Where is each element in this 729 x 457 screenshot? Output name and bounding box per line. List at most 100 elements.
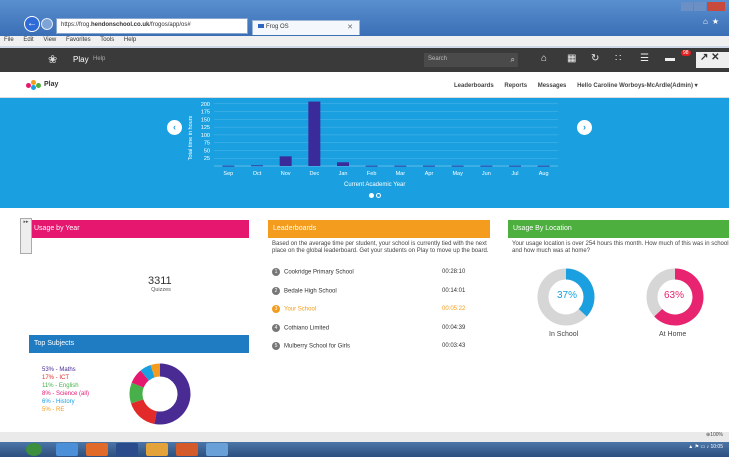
leaderboard-row[interactable]: 5 Mulberry School for Girls 00:03:43 (272, 342, 482, 354)
app-name: Play (73, 55, 89, 64)
chart-bar-jul[interactable] (509, 165, 521, 167)
average-time: 00:28:10 (442, 269, 466, 275)
leaderboard-row[interactable]: 2 Bedale High School 00:14:01 (272, 286, 482, 299)
chart-prev-button[interactable]: ‹ (167, 120, 182, 135)
search-input[interactable]: Search ⌕ (424, 53, 518, 67)
address-bar[interactable]: https://frog.hendonschool.co.uk/frogos/a… (56, 18, 248, 34)
in-school-caption: In School (549, 331, 579, 338)
chart-ytick-label: 25 (204, 156, 210, 162)
leaderboard-row[interactable]: 3 Your School 00:05:22 (272, 305, 482, 317)
subject-slice[interactable] (130, 398, 158, 424)
chart-bar-apr[interactable] (423, 165, 435, 167)
menu-file[interactable]: File (4, 37, 14, 43)
rank-badge: 4 (272, 323, 280, 332)
menu-help[interactable]: Help (124, 37, 136, 43)
menu-favorites[interactable]: Favorites (66, 37, 91, 43)
chart-bar-jun[interactable] (480, 165, 493, 167)
browser-tab[interactable]: Frog OS ✕ (252, 20, 360, 35)
rank-badge: 1 (272, 268, 280, 276)
chart-bar-aug[interactable] (537, 165, 550, 167)
location-intro: Your usage location is over 254 hours th… (512, 241, 729, 254)
nav-messages[interactable]: Messages (538, 83, 567, 89)
chart-bar-may[interactable] (451, 165, 464, 167)
home-icon[interactable]: ⌂ (541, 53, 547, 64)
home-favorites-icons[interactable]: ⌂★ (703, 17, 723, 26)
maximize-button[interactable] (694, 2, 706, 11)
chart-next-button[interactable]: › (577, 120, 592, 135)
at-home-percent: 63% (664, 290, 685, 301)
subject-legend-item: 8% - Science (all) (42, 391, 90, 397)
subject-slice[interactable] (131, 370, 150, 388)
chart-bar-nov[interactable] (279, 156, 292, 166)
play-nav-links: Leaderboards Reports Messages Hello Caro… (454, 82, 707, 89)
list-icon[interactable]: ☰ (640, 53, 649, 64)
chart-bar-dec[interactable] (308, 101, 321, 166)
nav-leaderboards[interactable]: Leaderboards (454, 83, 494, 89)
chart-bar-jan[interactable] (337, 162, 349, 166)
usage-by-year-header: Usage by Year (29, 220, 249, 238)
start-button[interactable] (26, 443, 42, 456)
chart-bar-mar[interactable] (394, 165, 407, 167)
play-navigation: Play Leaderboards Reports Messages Hello… (0, 72, 729, 98)
frog-logo-icon[interactable]: ❀ (48, 53, 57, 66)
chart-ytick-label: 50 (204, 148, 210, 154)
chart-pager (368, 191, 382, 200)
chart-xtick-label: May (452, 171, 463, 177)
side-panel-handle[interactable]: ▸▸ (20, 218, 32, 254)
messages-icon[interactable]: ▬ (665, 53, 675, 64)
search-icon[interactable]: ⌕ (511, 55, 515, 65)
sims-taskbar-icon[interactable] (116, 443, 138, 456)
pager-dot-active[interactable] (369, 193, 374, 198)
chart-xtick-label: Sep (223, 171, 233, 177)
tab-close-icon[interactable]: ✕ (347, 23, 353, 31)
leaderboard-row[interactable]: 4 Cothiano Limited 00:04:39 (272, 323, 482, 336)
chart-xtick-label: Aug (539, 171, 549, 177)
url-domain: hendonschool.co.uk (91, 22, 150, 28)
search-placeholder: Search (428, 56, 448, 62)
chart-ytick-label: 175 (201, 110, 210, 116)
school-name: Your School (284, 306, 317, 313)
files-icon[interactable]: ▦ (567, 53, 576, 64)
subject-slice[interactable] (140, 364, 155, 381)
subject-slice[interactable] (150, 363, 161, 378)
ie-taskbar-icon[interactable] (56, 443, 78, 456)
menu-edit[interactable]: Edit (23, 37, 33, 43)
zoom-level[interactable]: 100% (710, 432, 723, 438)
help-link[interactable]: Help (93, 56, 105, 62)
subject-slice[interactable] (154, 363, 191, 425)
refresh-icon[interactable]: ↻ (591, 53, 599, 64)
menu-view[interactable]: View (43, 37, 56, 43)
browser-titlebar: ← https://frog.hendonschool.co.uk/frogos… (0, 0, 729, 36)
media-taskbar-icon[interactable] (86, 443, 108, 456)
menu-tools[interactable]: Tools (100, 37, 114, 43)
subject-legend-item: 6% - History (42, 399, 75, 405)
tab-title: Frog OS (266, 24, 289, 30)
average-time: 00:04:39 (442, 324, 466, 331)
apps-icon[interactable]: ∷ (615, 53, 621, 64)
ie-active-taskbar-icon[interactable] (206, 443, 228, 456)
usage-by-location-header: Usage By Location (508, 220, 729, 238)
top-subjects-legend: 53% - Maths 17% - ICT 11% - English 8% - Sc… (42, 366, 89, 414)
outlook-taskbar-icon[interactable] (146, 443, 168, 456)
chart-bar-sep[interactable] (222, 165, 235, 167)
nav-reports[interactable]: Reports (504, 83, 527, 89)
back-button[interactable]: ← (24, 16, 40, 32)
chart-ytick-label: 200 (201, 102, 210, 108)
chart-bar-feb[interactable] (365, 165, 378, 167)
forward-button[interactable] (41, 18, 53, 30)
subject-slice[interactable] (129, 382, 144, 404)
minimize-button[interactable] (681, 2, 693, 11)
average-time: 00:14:01 (442, 287, 466, 294)
nav-user-menu[interactable]: Hello Caroline Worboys-McArdle(Admin) ▾ (577, 83, 698, 89)
usage-by-year-title: Usage by Year (34, 225, 80, 232)
leaderboard-row[interactable]: 1 Cookridge Primary School 00:28:10 (272, 268, 482, 280)
expand-close-buttons[interactable]: ↗ ✕ (696, 52, 729, 68)
chart-bar-oct[interactable] (251, 165, 263, 167)
leaderboards-title: Leaderboards (273, 225, 317, 232)
pager-dot[interactable] (376, 193, 381, 198)
close-window-button[interactable] (707, 2, 725, 11)
play-title: Play (44, 81, 59, 88)
quiz-unit: Quizzes (151, 287, 171, 293)
powerpoint-taskbar-icon[interactable] (176, 443, 198, 456)
average-time: 00:05:22 (442, 306, 466, 312)
